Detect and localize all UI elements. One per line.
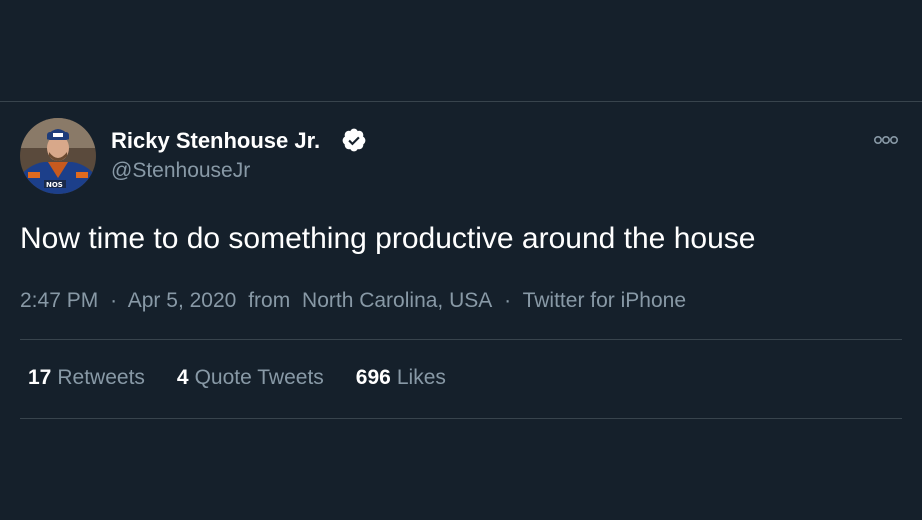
tweet-date[interactable]: Apr 5, 2020 xyxy=(128,289,237,312)
header-divider xyxy=(0,101,922,102)
quote-tweets-count: 4 xyxy=(176,366,189,389)
divider xyxy=(20,339,902,340)
separator: · xyxy=(504,289,512,312)
tweet-location[interactable]: North Carolina, USA xyxy=(302,289,492,312)
likes-count: 696 xyxy=(355,366,391,389)
avatar[interactable]: NOS xyxy=(20,118,96,194)
quote-tweets-label: Quote Tweets xyxy=(194,366,324,389)
tweet-stats: 17 Retweets 4 Quote Tweets 696 Likes xyxy=(28,366,478,390)
divider xyxy=(20,418,902,419)
likes-stat[interactable]: 696 Likes xyxy=(356,366,446,390)
verified-badge-icon xyxy=(342,128,366,152)
retweets-count: 17 xyxy=(28,366,52,389)
tweet-page: NOS Ricky Stenhouse Jr. @StenhouseJr Now… xyxy=(0,0,922,520)
quote-tweets-stat[interactable]: 4 Quote Tweets xyxy=(177,366,324,390)
tweet-metadata: 2:47 PM · Apr 5, 2020 from North Carolin… xyxy=(20,289,686,313)
racing-driver-avatar-icon: NOS xyxy=(20,118,96,194)
tweet-source[interactable]: Twitter for iPhone xyxy=(523,289,686,312)
likes-label: Likes xyxy=(396,366,446,389)
user-handle[interactable]: @StenhouseJr xyxy=(111,159,250,183)
tweet-text: Now time to do something productive arou… xyxy=(20,222,756,255)
svg-text:NOS: NOS xyxy=(46,181,63,189)
retweets-stat[interactable]: 17 Retweets xyxy=(28,366,145,390)
tweet-time[interactable]: 2:47 PM xyxy=(20,289,98,312)
display-name[interactable]: Ricky Stenhouse Jr. xyxy=(111,128,320,154)
location-prefix: from xyxy=(248,289,291,312)
retweets-label: Retweets xyxy=(57,366,145,389)
more-options-icon[interactable] xyxy=(870,130,902,150)
separator: · xyxy=(110,289,118,312)
